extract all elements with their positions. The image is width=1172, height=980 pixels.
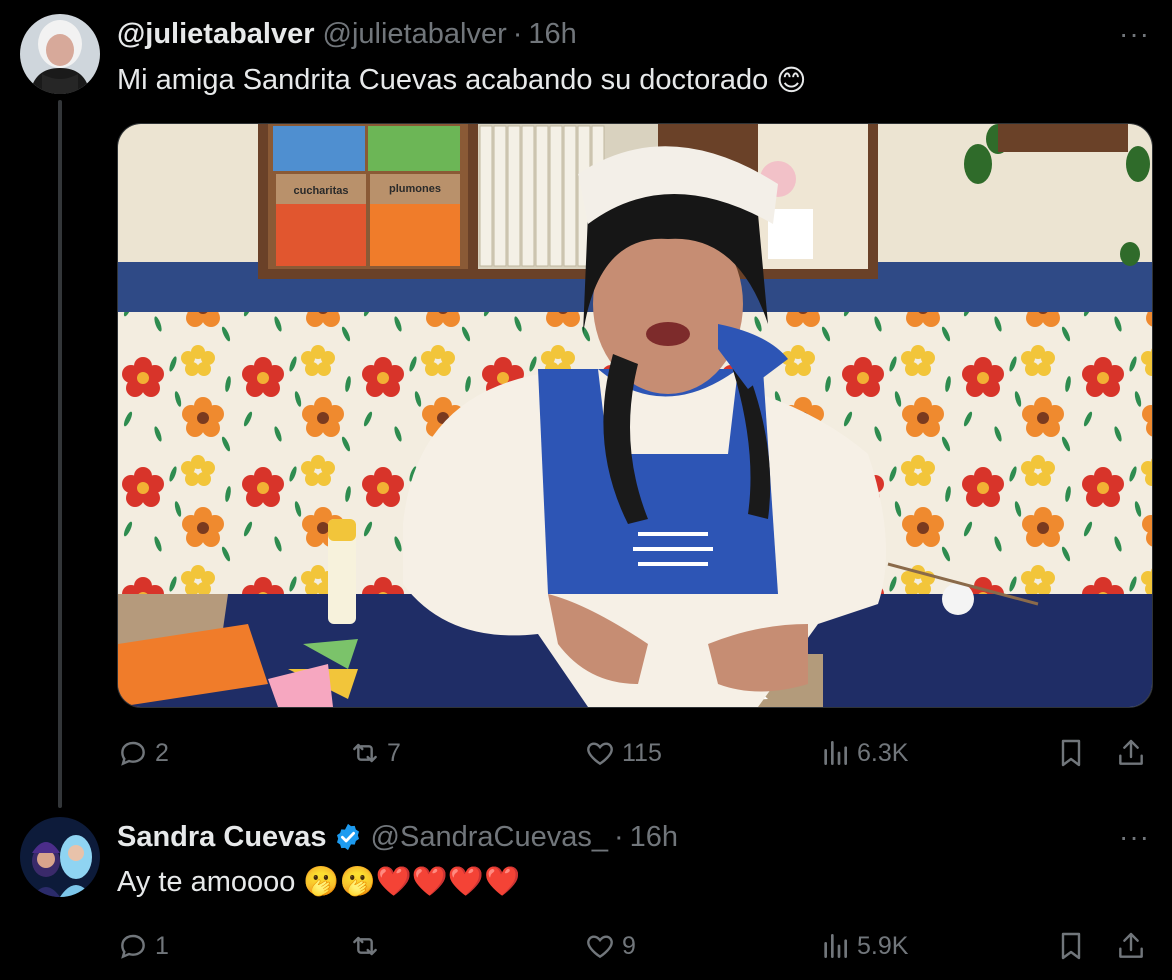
views-button[interactable]: 6.3K — [819, 733, 908, 773]
share-icon — [1119, 739, 1143, 765]
reply-count: 1 — [155, 931, 169, 960]
reply-icon — [121, 741, 145, 766]
avatar[interactable] — [20, 14, 100, 94]
tweet-header: Sandra Cuevas @SandraCuevas_ · 16h — [117, 817, 678, 857]
views-count: 5.9K — [857, 931, 909, 960]
bookmark-button[interactable] — [1055, 926, 1093, 966]
more-options-icon[interactable]: ··· — [1119, 18, 1150, 50]
reply-button[interactable]: 1 — [117, 926, 169, 966]
share-button[interactable] — [1115, 926, 1153, 966]
like-button[interactable]: 9 — [584, 926, 636, 966]
analytics-icon — [824, 934, 847, 958]
repost-button[interactable] — [349, 926, 387, 966]
views-button[interactable]: 5.9K — [819, 926, 908, 966]
like-button[interactable]: 115 — [584, 733, 662, 773]
repost-count: 7 — [387, 738, 401, 767]
tweet-text-body: Mi amiga Sandrita Cuevas acabando su doc… — [117, 63, 769, 96]
tweet-header: @julietabalver @julietabalver · 16h — [117, 14, 577, 54]
views-count: 6.3K — [857, 738, 909, 767]
display-name[interactable]: @julietabalver — [117, 18, 315, 51]
separator-dot: · — [512, 17, 523, 50]
tweet-text-body: Ay te amoooo — [117, 865, 296, 898]
tweet-text: Ay te amoooo 🫢🫢❤️❤️❤️❤️ — [117, 860, 520, 904]
bookmark-icon — [1061, 932, 1081, 960]
verified-badge-icon[interactable] — [333, 822, 363, 852]
emoji-sequence: 🫢🫢❤️❤️❤️❤️ — [303, 866, 521, 898]
reply-count: 2 — [155, 738, 169, 767]
tweet-1[interactable]: @julietabalver @julietabalver · 16h ··· … — [0, 0, 1172, 808]
more-options-icon[interactable]: ··· — [1119, 821, 1150, 853]
tweet-text: Mi amiga Sandrita Cuevas acabando su doc… — [117, 58, 807, 102]
share-button[interactable] — [1115, 733, 1153, 773]
media-image: cucharitas plumones — [118, 124, 1152, 707]
timestamp[interactable]: 16h — [630, 821, 678, 854]
reply-icon — [121, 934, 145, 959]
tweet-media[interactable]: cucharitas plumones — [117, 123, 1153, 708]
separator-dot: · — [613, 820, 624, 853]
tweet-2[interactable]: Sandra Cuevas @SandraCuevas_ · 16h ··· A… — [0, 800, 1172, 980]
thread-line — [58, 100, 62, 808]
like-count: 115 — [622, 738, 662, 767]
repost-icon — [353, 743, 377, 763]
timestamp[interactable]: 16h — [528, 18, 576, 51]
analytics-icon — [824, 741, 847, 765]
avatar[interactable] — [20, 817, 100, 897]
box-label-1: cucharitas — [293, 185, 348, 197]
box-label-2: plumones — [389, 183, 441, 195]
heart-icon — [587, 935, 613, 959]
user-handle[interactable]: @julietabalver — [323, 18, 507, 51]
heart-icon — [587, 742, 613, 766]
bookmark-button[interactable] — [1055, 733, 1093, 773]
display-name[interactable]: Sandra Cuevas — [117, 821, 327, 854]
repost-button[interactable]: 7 — [349, 733, 401, 773]
share-icon — [1119, 932, 1143, 958]
smiling-face-emoji: 😊 — [776, 64, 807, 97]
bookmark-icon — [1061, 739, 1081, 767]
user-handle[interactable]: @SandraCuevas_ — [371, 821, 608, 854]
reply-button[interactable]: 2 — [117, 733, 169, 773]
repost-icon — [353, 936, 377, 956]
like-count: 9 — [622, 931, 636, 960]
tweet-actions: 2 7 115 6.3K — [117, 733, 1157, 773]
tweet-actions: 1 9 5.9K — [117, 926, 1157, 966]
